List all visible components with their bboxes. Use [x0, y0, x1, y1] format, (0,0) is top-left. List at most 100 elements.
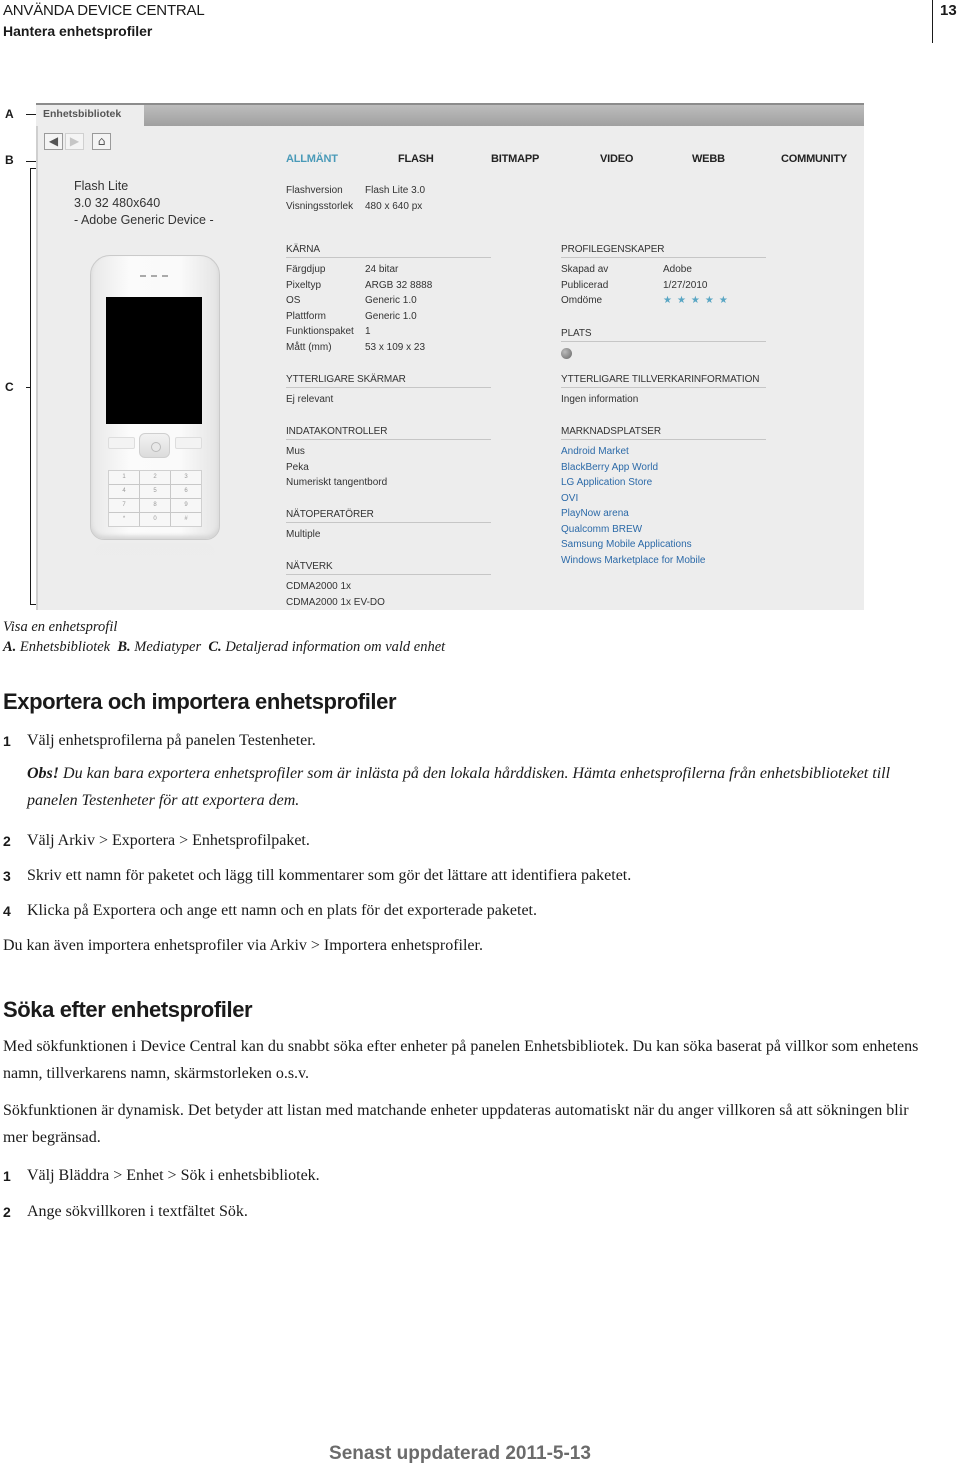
info-value: 53 x 109 x 23 [365, 341, 426, 353]
info-row: OS Generic 1.0 [286, 293, 491, 309]
profil-rows: Skapad av Adobe Publicerad 1/27/2010 Omdöm… [561, 262, 766, 309]
callout-a: A [5, 107, 14, 121]
step-2: 2 Välj Arkiv > Exportera > Enhetsprofilp… [3, 831, 310, 851]
phone-key: * [109, 513, 139, 526]
marketplace-link[interactable]: PlayNow arena [561, 506, 766, 522]
arrow-right-icon: ▶ [69, 134, 80, 148]
section-title: YTTERLIGARE TILLVERKARINFORMATION [561, 374, 766, 388]
header-divider [932, 0, 933, 43]
phone-key: 5 [140, 485, 170, 498]
tab-webb[interactable]: WEBB [692, 153, 725, 165]
info-row: Pixeltyp ARGB 32 8888 [286, 278, 491, 294]
info-row: Flashversion Flash Lite 3.0 [286, 183, 425, 199]
marketplace-link[interactable]: Android Market [561, 444, 766, 460]
callout-c: C [5, 380, 14, 394]
phone-key: 0 [140, 513, 170, 526]
section-title: MARKNADSPLATSER [561, 426, 766, 440]
marketplace-link[interactable]: Windows Marketplace for Mobile [561, 553, 766, 569]
heading-exportera: Exportera och importera enhetsprofiler [3, 689, 397, 714]
tab-video[interactable]: VIDEO [600, 153, 633, 165]
step-text: Välj Arkiv > Exportera > Enhetsprofilpak… [27, 832, 310, 849]
footer-updated: Senast uppdaterad 2011-5-13 [329, 1443, 591, 1464]
marketplace-link[interactable]: BlackBerry App World [561, 460, 766, 476]
caption-a-text: Enhetsbibliotek [19, 639, 111, 655]
section-tillverkarinformation: YTTERLIGARE TILLVERKARINFORMATION Ingen … [561, 374, 766, 408]
step-text: Välj enhetsprofilerna på panelen Testenh… [27, 732, 316, 749]
info-key: Färgdjup [286, 264, 326, 275]
section-profilegenskaper: PROFILEGENSKAPER Skapad av Adobe Publicer… [561, 244, 766, 309]
phone-key: 1 [109, 471, 139, 484]
search-paragraph-2: Sökfunktionen är dynamisk. Det betyder a… [3, 1102, 909, 1146]
section-natverk: NÄTVERK CDMA2000 1x CDMA2000 1x EV-DO [286, 561, 491, 610]
info-key: Mått (mm) [286, 341, 332, 353]
globe-icon[interactable] [561, 348, 572, 359]
marketplace-link[interactable]: Qualcomm BREW [561, 522, 766, 538]
caption-a-label: A. [3, 639, 17, 655]
info-value: Generic 1.0 [365, 310, 417, 322]
info-row: Publicerad 1/27/2010 [561, 278, 766, 294]
step-text: Ange sökvillkoren i textfältet Sök. [27, 1203, 248, 1220]
step-number: 2 [3, 833, 11, 849]
tab-community[interactable]: COMMUNITY [781, 153, 847, 165]
marketplace-link[interactable]: LG Application Store [561, 475, 766, 491]
section-title: INDATAKONTROLLER [286, 426, 491, 440]
section-title: KÄRNA [286, 244, 491, 258]
phone-key: 6 [171, 485, 201, 498]
section-title: NÄTVERK [286, 561, 491, 575]
panel-tabbar [36, 103, 864, 126]
caption-b-label: B. [117, 639, 131, 655]
section-plats: PLATS [561, 328, 766, 364]
tab-allmant[interactable]: ALLMÄNT [286, 153, 338, 165]
note-text: Du kan bara exportera enhetsprofiler som… [27, 765, 891, 809]
rating-stars-icon[interactable]: ★★★★★ [663, 293, 733, 309]
section-marknadsplatser: MARKNADSPLATSER Android Market BlackBerr… [561, 426, 766, 568]
step-text: Välj Bläddra > Enhet > Sök i enhetsbibli… [27, 1167, 320, 1184]
info-key: Pixeltyp [286, 279, 322, 291]
caption-title: Visa en enhetsprofil [3, 619, 118, 635]
step-number: 1 [3, 733, 11, 749]
step-3: 3 Skriv ett namn för paketet och lägg ti… [3, 866, 631, 886]
phone-key: 4 [109, 485, 139, 498]
info-row: Mått (mm) 53 x 109 x 23 [286, 340, 491, 356]
marketplace-link[interactable]: OVI [561, 491, 766, 507]
tab-flash[interactable]: FLASH [398, 153, 434, 165]
search-step-2: 2 Ange sökvillkoren i textfältet Sök. [3, 1202, 248, 1222]
forward-button[interactable]: ▶ [65, 133, 84, 150]
section-karna: KÄRNA Färgdjup 24 bitar Pixeltyp ARGB 32 8… [286, 244, 491, 355]
phone-key: 3 [171, 471, 201, 484]
marketplace-link[interactable]: Samsung Mobile Applications [561, 537, 766, 553]
section-indatakontroller: INDATAKONTROLLER Mus Peka Numeriskt tang… [286, 426, 491, 491]
tab-enhetsbibliotek[interactable]: Enhetsbibliotek [36, 105, 144, 126]
info-row: Skapad av Adobe [561, 262, 766, 278]
back-button[interactable]: ◀ [44, 133, 63, 150]
section-natoperatorer: NÄTOPERATÖRER Multiple [286, 509, 491, 543]
heading-soka: Söka efter enhetsprofiler [3, 997, 253, 1022]
info-row: Färgdjup 24 bitar [286, 262, 491, 278]
tab-bitmapp[interactable]: BITMAPP [491, 153, 539, 165]
phone-softkey-right [175, 437, 202, 449]
device-name: Flash Lite 3.0 32 480x640 - Adobe Generi… [74, 178, 214, 229]
karna-rows: Färgdjup 24 bitar Pixeltyp ARGB 32 8888 OS… [286, 262, 491, 355]
step-4: 4 Klicka på Exportera och ange ett namn … [3, 901, 537, 921]
running-header-subsection: Hantera enhetsprofiler [3, 23, 153, 39]
caption-legend: A. Enhetsbibliotek B. Mediatyper C. Deta… [3, 637, 445, 657]
info-key: Flashversion [286, 185, 343, 196]
caption-b-text: Mediatyper [134, 639, 202, 655]
section-value: Multiple [286, 529, 321, 540]
phone-key: 8 [140, 499, 170, 512]
phone-screen [106, 297, 202, 424]
section-ytterligare-skarmar: YTTERLIGARE SKÄRMAR Ej relevant [286, 374, 491, 408]
info-key: Skapad av [561, 264, 609, 275]
info-key: Visningsstorlek [286, 200, 354, 212]
device-central-screenshot: Enhetsbibliotek ◀ ▶ ⌂ Flash Lite 3.0 32 … [36, 103, 864, 610]
info-key: Publicerad [561, 279, 609, 291]
info-key: Omdöme [561, 295, 603, 306]
phone-softkey-left [108, 437, 135, 449]
list-item: Numeriskt tangentbord [286, 477, 388, 488]
home-button[interactable]: ⌂ [92, 133, 111, 150]
device-name-line1: Flash Lite [74, 179, 129, 193]
info-key: OS [286, 295, 301, 306]
info-key: Funktionspaket [286, 326, 354, 337]
info-value: 24 bitar [365, 264, 399, 275]
step-number: 3 [3, 868, 11, 884]
